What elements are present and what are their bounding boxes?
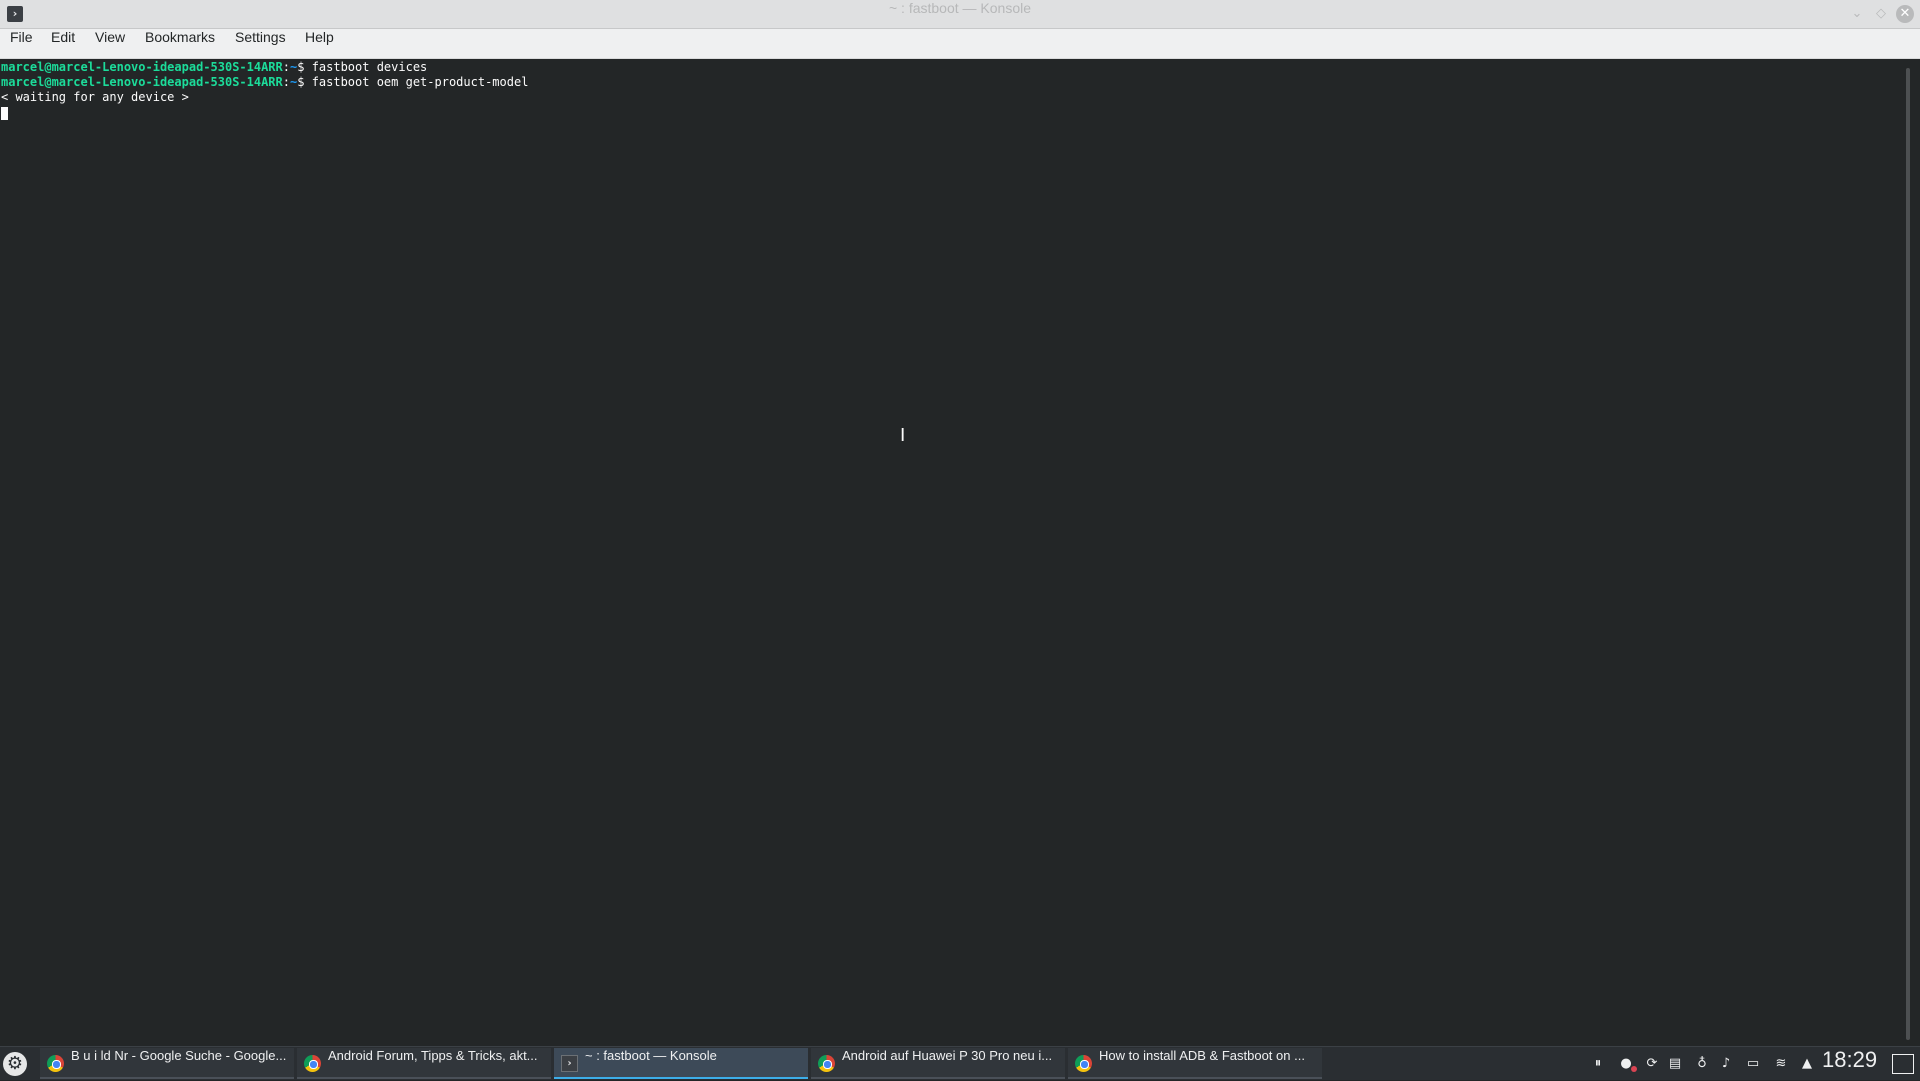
- maximize-button[interactable]: ◇: [1872, 5, 1890, 23]
- task-button[interactable]: B u i ld Nr - Google Suche - Google...: [40, 1048, 294, 1079]
- prompt-symbol: $: [297, 60, 312, 74]
- chrome-icon: [1075, 1055, 1092, 1072]
- notification-dot: [1631, 1066, 1637, 1072]
- clipboard-icon[interactable]: ▤: [1667, 1056, 1683, 1072]
- menubar: File Edit View Bookmarks Settings Help: [0, 29, 1920, 59]
- task-label: How to install ADB & Fastboot on ...: [1099, 1048, 1305, 1063]
- menu-bookmarks[interactable]: Bookmarks: [145, 29, 215, 59]
- task-button[interactable]: Android auf Huawei P 30 Pro neu i...: [811, 1048, 1065, 1079]
- menu-file[interactable]: File: [10, 29, 33, 59]
- command-text: fastboot oem get-product-model: [311, 75, 529, 89]
- menu-settings[interactable]: Settings: [235, 29, 286, 59]
- wifi-icon[interactable]: ≋: [1772, 1056, 1790, 1072]
- chrome-icon: [818, 1055, 835, 1072]
- window-titlebar[interactable]: › ~ : fastboot — Konsole ⌄ ◇ ✕: [0, 0, 1920, 29]
- task-label: B u i ld Nr - Google Suche - Google...: [71, 1048, 287, 1063]
- task-label: Android auf Huawei P 30 Pro neu i...: [842, 1048, 1053, 1063]
- task-label: ~ : fastboot — Konsole: [585, 1048, 717, 1063]
- volume-icon[interactable]: ♪: [1717, 1056, 1735, 1072]
- minimize-button[interactable]: ⌄: [1848, 5, 1866, 23]
- prompt-user-host: marcel@marcel-Lenovo-ideapad-530S-14ARR: [1, 75, 283, 89]
- task-button[interactable]: Android Forum, Tipps & Tricks, akt...: [297, 1048, 551, 1079]
- app-launcher-icon[interactable]: ⚙: [3, 1052, 27, 1076]
- show-desktop-button[interactable]: [1892, 1054, 1914, 1074]
- menu-help[interactable]: Help: [305, 29, 334, 59]
- command-text: fastboot devices: [311, 60, 428, 74]
- prompt-separator: :: [282, 75, 290, 89]
- menu-view[interactable]: View: [95, 29, 125, 59]
- media-pause-icon[interactable]: ⏸: [1590, 1056, 1606, 1072]
- diamond-icon: ◇: [1876, 6, 1886, 21]
- terminal-line: marcel@marcel-Lenovo-ideapad-530S-14ARR:…: [1, 60, 427, 75]
- update-icon[interactable]: ⟳: [1643, 1056, 1661, 1072]
- ibeam-cursor-icon: I: [900, 425, 906, 446]
- prompt-symbol: $: [297, 75, 312, 89]
- expand-arrow-icon[interactable]: ▲: [1800, 1056, 1814, 1072]
- chrome-icon: [304, 1055, 321, 1072]
- window-title: ~ : fastboot — Konsole: [888, 0, 1032, 16]
- close-button[interactable]: ✕: [1896, 5, 1914, 23]
- task-button[interactable]: How to install ADB & Fastboot on ...: [1068, 1048, 1322, 1079]
- bulb-icon[interactable]: ♁: [1695, 1056, 1709, 1072]
- close-icon: ✕: [1899, 6, 1911, 21]
- prompt-user-host: marcel@marcel-Lenovo-ideapad-530S-14ARR: [1, 60, 283, 74]
- terminal-area[interactable]: marcel@marcel-Lenovo-ideapad-530S-14ARR:…: [0, 60, 1920, 1046]
- chevron-down-icon: ⌄: [1851, 6, 1863, 21]
- task-label: Android Forum, Tipps & Tricks, akt...: [328, 1048, 538, 1063]
- text-cursor: [1, 107, 8, 120]
- terminal-line: marcel@marcel-Lenovo-ideapad-530S-14ARR:…: [1, 75, 528, 90]
- scrollbar[interactable]: [1906, 68, 1910, 1040]
- prompt-separator: :: [282, 60, 290, 74]
- terminal-output-line: < waiting for any device >: [1, 90, 189, 104]
- taskbar: ⚙ B u i ld Nr - Google Suche - Google...…: [0, 1046, 1920, 1080]
- clock[interactable]: 18:29: [1822, 1047, 1877, 1081]
- chrome-icon: [47, 1055, 64, 1072]
- task-button-active[interactable]: › ~ : fastboot — Konsole: [554, 1048, 808, 1079]
- battery-icon[interactable]: ▭: [1743, 1056, 1763, 1072]
- konsole-icon: ›: [561, 1055, 578, 1072]
- menu-edit[interactable]: Edit: [51, 29, 75, 59]
